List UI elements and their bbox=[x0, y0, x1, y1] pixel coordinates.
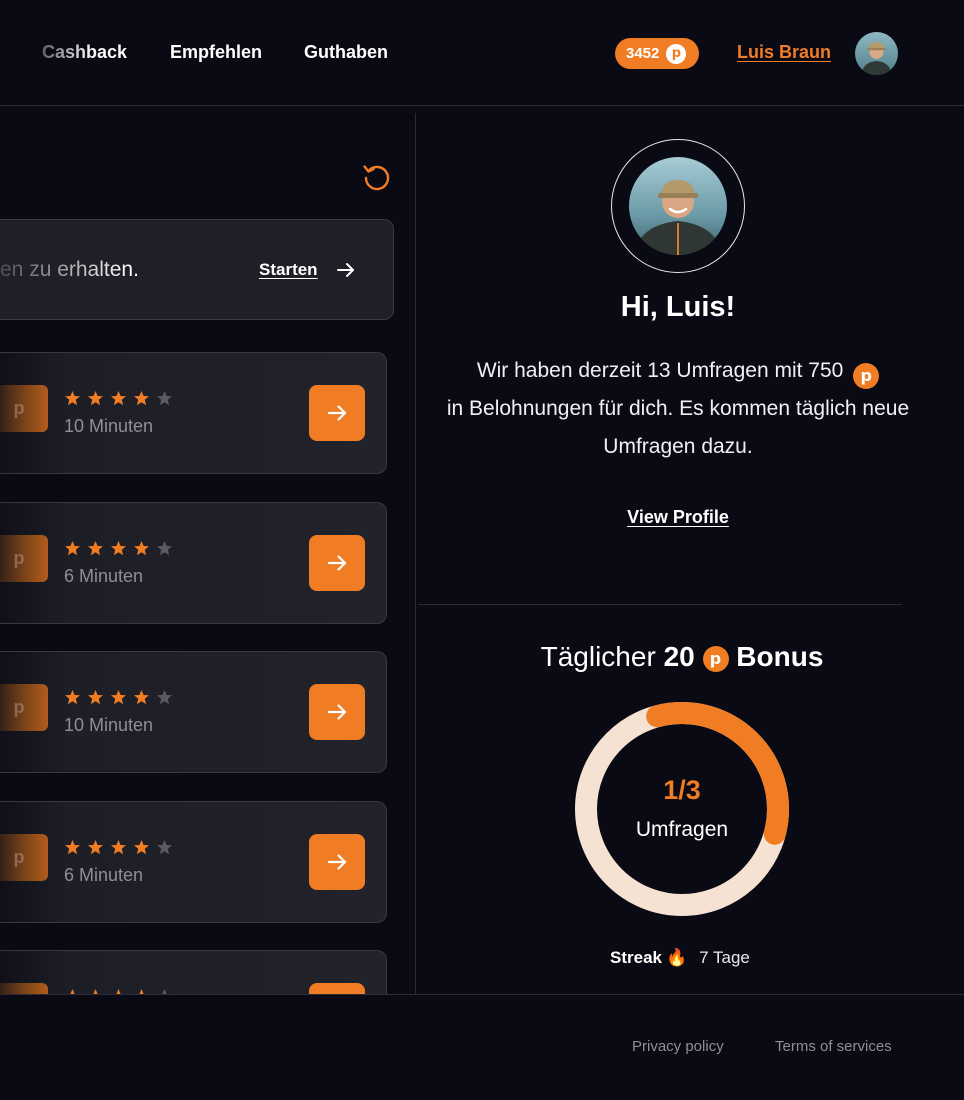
terms-of-services-link[interactable]: Terms of services bbox=[775, 1038, 892, 1055]
star-filled-icon bbox=[88, 541, 103, 556]
points-coin-icon: p bbox=[702, 646, 729, 672]
start-survey-button[interactable] bbox=[309, 385, 365, 441]
points-balance-badge[interactable]: 3452 p bbox=[615, 38, 699, 69]
user-avatar[interactable] bbox=[855, 32, 898, 75]
bonus-amount: 20 bbox=[663, 641, 695, 672]
survey-duration: 10 Minuten bbox=[64, 416, 154, 436]
star-filled-icon bbox=[111, 840, 126, 855]
survey-duration: 6 Minuten bbox=[64, 566, 144, 586]
star-filled-icon bbox=[134, 391, 149, 406]
user-name-link[interactable]: Luis Braun bbox=[737, 42, 831, 63]
star-empty-icon bbox=[157, 391, 172, 406]
survey-list: p 10 Minuten p 6 Minuten p 10 Minuten p 6 Minut… bbox=[0, 0, 415, 994]
bonus-title-prefix: Täglicher bbox=[540, 641, 656, 672]
fire-icon: 🔥 bbox=[665, 948, 688, 967]
streak-days: 7 Tage bbox=[699, 948, 750, 967]
arrow-right-icon bbox=[327, 854, 347, 870]
points-coin-icon: p bbox=[666, 43, 687, 64]
start-survey-button[interactable] bbox=[309, 684, 365, 740]
star-filled-icon bbox=[111, 541, 126, 556]
survey-rating bbox=[64, 540, 173, 557]
star-filled-icon bbox=[111, 391, 126, 406]
star-empty-icon bbox=[157, 840, 172, 855]
survey-rating bbox=[64, 839, 173, 856]
star-filled-icon bbox=[65, 690, 80, 705]
survey-logo: p bbox=[0, 535, 48, 582]
survey-rating bbox=[64, 689, 173, 706]
star-empty-icon bbox=[157, 541, 172, 556]
profile-avatar bbox=[629, 157, 727, 255]
daily-bonus-title: Täglicher 20 p Bonus bbox=[420, 641, 944, 673]
streak-label: Streak bbox=[610, 948, 662, 967]
bonus-progress-unit: Umfragen bbox=[635, 818, 729, 841]
star-filled-icon bbox=[65, 840, 80, 855]
arrow-right-icon bbox=[327, 405, 347, 421]
star-filled-icon bbox=[111, 690, 126, 705]
arrow-right-icon bbox=[327, 555, 347, 571]
star-filled-icon bbox=[134, 840, 149, 855]
points-balance-value: 3452 bbox=[626, 45, 660, 62]
star-filled-icon bbox=[88, 690, 103, 705]
survey-logo: p bbox=[0, 834, 48, 881]
survey-duration: 6 Minuten bbox=[64, 865, 144, 885]
start-survey-button[interactable] bbox=[309, 834, 365, 890]
bonus-progress-ring bbox=[575, 702, 789, 916]
star-filled-icon bbox=[134, 541, 149, 556]
bonus-progress-count: 1/3 bbox=[663, 775, 701, 805]
survey-rating bbox=[64, 390, 173, 407]
footer-divider bbox=[0, 994, 964, 995]
view-profile-link[interactable]: View Profile bbox=[420, 507, 936, 528]
survey-logo: p bbox=[0, 684, 48, 731]
survey-logo: p bbox=[0, 385, 48, 432]
start-survey-button[interactable] bbox=[309, 983, 365, 994]
column-divider bbox=[415, 113, 416, 995]
points-coin-icon: p bbox=[853, 363, 880, 389]
star-filled-icon bbox=[134, 690, 149, 705]
star-filled-icon bbox=[88, 840, 103, 855]
intro-text-part1: Wir haben derzeit 13 Umfragen mit 750 bbox=[476, 359, 844, 382]
star-filled-icon bbox=[88, 391, 103, 406]
section-divider bbox=[418, 604, 902, 605]
streak-info: Streak 🔥 7 Tage bbox=[610, 948, 750, 968]
survey-logo: p bbox=[0, 983, 48, 994]
survey-duration: 10 Minuten bbox=[64, 715, 154, 735]
survey-intro-text: Wir haben derzeit 13 Umfragen mit 750 p … bbox=[440, 352, 916, 466]
start-survey-button[interactable] bbox=[309, 535, 365, 591]
intro-text-part2: in Belohnungen für dich. Es kommen tägli… bbox=[446, 397, 910, 458]
star-empty-icon bbox=[157, 690, 172, 705]
privacy-policy-link[interactable]: Privacy policy bbox=[632, 1038, 724, 1055]
star-filled-icon bbox=[65, 541, 80, 556]
arrow-right-icon bbox=[327, 704, 347, 720]
greeting-heading: Hi, Luis! bbox=[620, 291, 736, 323]
star-filled-icon bbox=[65, 391, 80, 406]
bonus-title-suffix: Bonus bbox=[736, 641, 824, 672]
